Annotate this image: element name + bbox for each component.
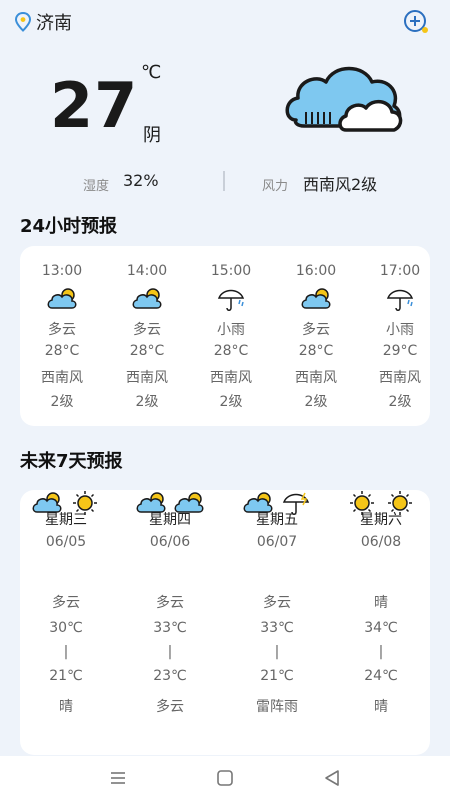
daily-item: 星期四 06/06 多云 33℃ | 23℃ 多云 (130, 490, 210, 715)
daily-temp-separator: | (63, 644, 69, 660)
daily-weather-night: 晴 (374, 699, 388, 715)
partly-cloudy-icon (132, 288, 162, 309)
daily-high-temp: 33℃ (153, 620, 187, 636)
daily-low-temp: 21℃ (260, 668, 294, 684)
daily-high-temp: 34℃ (364, 620, 398, 636)
city-name: 济南 (36, 13, 72, 34)
system-nav-bar (0, 756, 450, 800)
hourly-wind-level: 2级 (388, 394, 412, 410)
daily-high-temp: 30℃ (49, 620, 83, 636)
daily-forecast-title: 未来7天预报 (20, 451, 123, 472)
light-rain-icon (217, 289, 245, 311)
daily-temp-separator: | (378, 644, 384, 660)
light-rain-icon (386, 289, 414, 311)
humidity-label: 湿度 (83, 179, 110, 194)
wind-value: 西南风2级 (303, 175, 378, 194)
daily-weather-night: 多云 (156, 699, 184, 715)
hourly-wind-direction: 西南风 (126, 370, 168, 386)
hourly-weather: 小雨 (217, 322, 245, 338)
daily-item: 星期五 06/07 多云 33℃ | 21℃ 雷阵雨 (237, 490, 317, 715)
hourly-wind-direction: 西南风 (295, 370, 337, 386)
hourly-temp: 28°C (44, 343, 80, 359)
daily-weekday: 星期五 (256, 512, 298, 528)
daily-date: 06/05 (45, 534, 87, 550)
hourly-time: 13:00 (41, 263, 83, 279)
daily-weekday: 星期六 (360, 512, 402, 528)
hourly-wind-level: 2级 (50, 394, 74, 410)
overcast-cloud-icon (285, 66, 403, 132)
current-stats-row: 湿度 32% 风力 西南风2级 (0, 168, 450, 196)
daily-temp-separator: | (167, 644, 173, 660)
daily-low-temp: 21℃ (49, 668, 83, 684)
add-city-icon[interactable] (402, 8, 430, 36)
daily-weather-day: 多云 (156, 595, 184, 611)
hourly-wind-direction: 西南风 (210, 370, 252, 386)
partly-cloudy-icon (47, 288, 77, 309)
daily-weather-night: 晴 (59, 699, 73, 715)
daily-weekday: 星期三 (45, 512, 87, 528)
hourly-wind-direction: 西南风 (379, 370, 421, 386)
menu-icon[interactable] (107, 767, 129, 789)
hourly-weather: 多云 (133, 322, 161, 338)
location-selector[interactable]: 济南 (14, 9, 72, 35)
daily-low-temp: 24℃ (364, 668, 398, 684)
hourly-wind-level: 2级 (304, 394, 328, 410)
back-icon[interactable] (321, 767, 343, 789)
daily-temp-separator: | (274, 644, 280, 660)
daily-weather-day: 晴 (374, 595, 388, 611)
hourly-forecast-card[interactable]: 13:00 多云 28°C 西南风 2级 14:00 多云 28°C 西南风 2… (20, 246, 430, 426)
partly-cloudy-icon (301, 288, 331, 309)
daily-date: 06/06 (149, 534, 191, 550)
wind-label: 风力 (262, 179, 289, 194)
daily-weather-day: 多云 (263, 595, 291, 611)
hourly-time: 17:00 (379, 263, 421, 279)
current-temperature: 27 (50, 69, 139, 142)
hourly-forecast-title: 24小时预报 (20, 216, 118, 237)
daily-forecast-card[interactable]: 星期三 06/05 多云 30℃ | 21℃ 晴 星期四 06/06 多云 33… (20, 490, 430, 755)
daily-date: 06/08 (360, 534, 402, 550)
hourly-time: 14:00 (126, 263, 168, 279)
hourly-temp: 28°C (129, 343, 165, 359)
hourly-temp: 28°C (213, 343, 249, 359)
home-icon[interactable] (214, 767, 236, 789)
hourly-weather: 多云 (302, 322, 330, 338)
hourly-weather: 小雨 (386, 322, 414, 338)
hourly-weather: 多云 (48, 322, 76, 338)
hourly-time: 16:00 (295, 263, 337, 279)
daily-date: 06/07 (256, 534, 298, 550)
hourly-wind-level: 2级 (219, 394, 243, 410)
location-pin-icon (14, 12, 32, 32)
temperature-unit: ℃ (141, 62, 162, 83)
daily-item: 星期三 06/05 多云 30℃ | 21℃ 晴 (26, 490, 106, 715)
daily-weather-day: 多云 (52, 595, 80, 611)
hourly-temp: 28°C (298, 343, 334, 359)
daily-high-temp: 33℃ (260, 620, 294, 636)
top-bar: 济南 (0, 0, 450, 44)
daily-weather-night: 雷阵雨 (256, 699, 298, 715)
hourly-wind-level: 2级 (135, 394, 159, 410)
daily-weekday: 星期四 (149, 512, 191, 528)
hourly-wind-direction: 西南风 (41, 370, 83, 386)
daily-low-temp: 23℃ (153, 668, 187, 684)
stats-divider (223, 171, 225, 191)
hourly-time: 15:00 (210, 263, 252, 279)
daily-item: 星期六 06/08 晴 34℃ | 24℃ 晴 (341, 490, 421, 715)
humidity-value: 32% (123, 171, 159, 190)
current-weather-text: 阴 (143, 125, 161, 146)
hourly-temp: 29°C (382, 343, 418, 359)
